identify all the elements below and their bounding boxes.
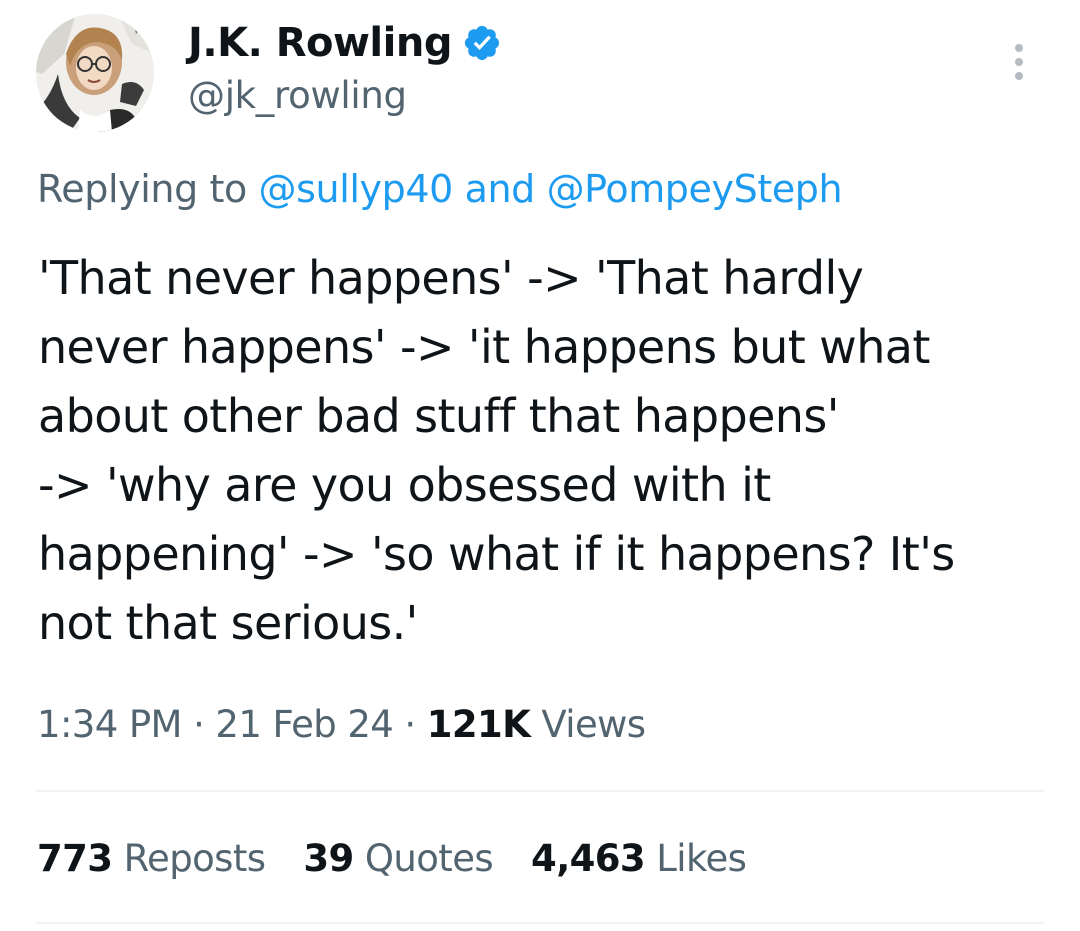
timestamp-date[interactable]: 21 Feb 24 [215, 703, 393, 746]
mention-link-sullyp40[interactable]: @sullyp40 [259, 167, 454, 211]
reposts-stat[interactable]: 773 Reposts [37, 837, 266, 880]
replying-to: Replying to @sullyp40 and @PompeySteph [37, 167, 843, 211]
avatar-image [36, 14, 154, 132]
quotes-label: Quotes [364, 837, 494, 880]
tweet-text-line: never happens' -> 'it happens but what [38, 320, 930, 374]
meta-separator: · [404, 703, 416, 746]
handle[interactable]: @jk_rowling [188, 74, 407, 117]
quotes-count: 39 [303, 837, 354, 880]
tweet-meta: 1:34 PM · 21 Feb 24 · 121K Views [37, 703, 646, 746]
avatar[interactable] [36, 14, 154, 132]
tweet-text-line: happening' -> 'so what if it happens? It… [38, 527, 955, 581]
tweet-text-line: 'That never happens' -> 'That hardly [38, 251, 864, 305]
likes-count: 4,463 [531, 837, 646, 880]
display-name-row: J.K. Rowling [188, 16, 502, 70]
likes-label: Likes [656, 837, 747, 880]
tweet-text-line: -> 'why are you obsessed with it [38, 458, 771, 512]
mention-link-pompeysteph[interactable]: @PompeySteph [547, 167, 843, 211]
divider [36, 922, 1044, 924]
views-label: Views [541, 703, 646, 746]
display-name[interactable]: J.K. Rowling [188, 20, 452, 66]
views-count: 121K [426, 703, 531, 746]
engagement-stats: 773 Reposts 39 Quotes 4,463 Likes [37, 837, 784, 880]
meta-separator: · [193, 703, 205, 746]
quotes-stat[interactable]: 39 Quotes [303, 837, 493, 880]
likes-stat[interactable]: 4,463 Likes [531, 837, 747, 880]
replying-prefix: Replying to [37, 167, 247, 211]
tweet-text-line: about other bad stuff that happens' [38, 389, 839, 443]
tweet-card: J.K. Rowling @jk_rowling Replying to @su… [0, 0, 1080, 931]
tweet-text: 'That never happens' -> 'That hardly nev… [38, 244, 1048, 658]
tweet-text-line: not that serious.' [38, 596, 418, 650]
reposts-label: Reposts [123, 837, 266, 880]
replying-joiner: and [464, 167, 536, 211]
more-options-icon[interactable] [1006, 40, 1032, 84]
verified-badge-icon[interactable] [462, 23, 502, 63]
timestamp-time[interactable]: 1:34 PM [37, 703, 182, 746]
divider [36, 790, 1044, 792]
reposts-count: 773 [37, 837, 113, 880]
